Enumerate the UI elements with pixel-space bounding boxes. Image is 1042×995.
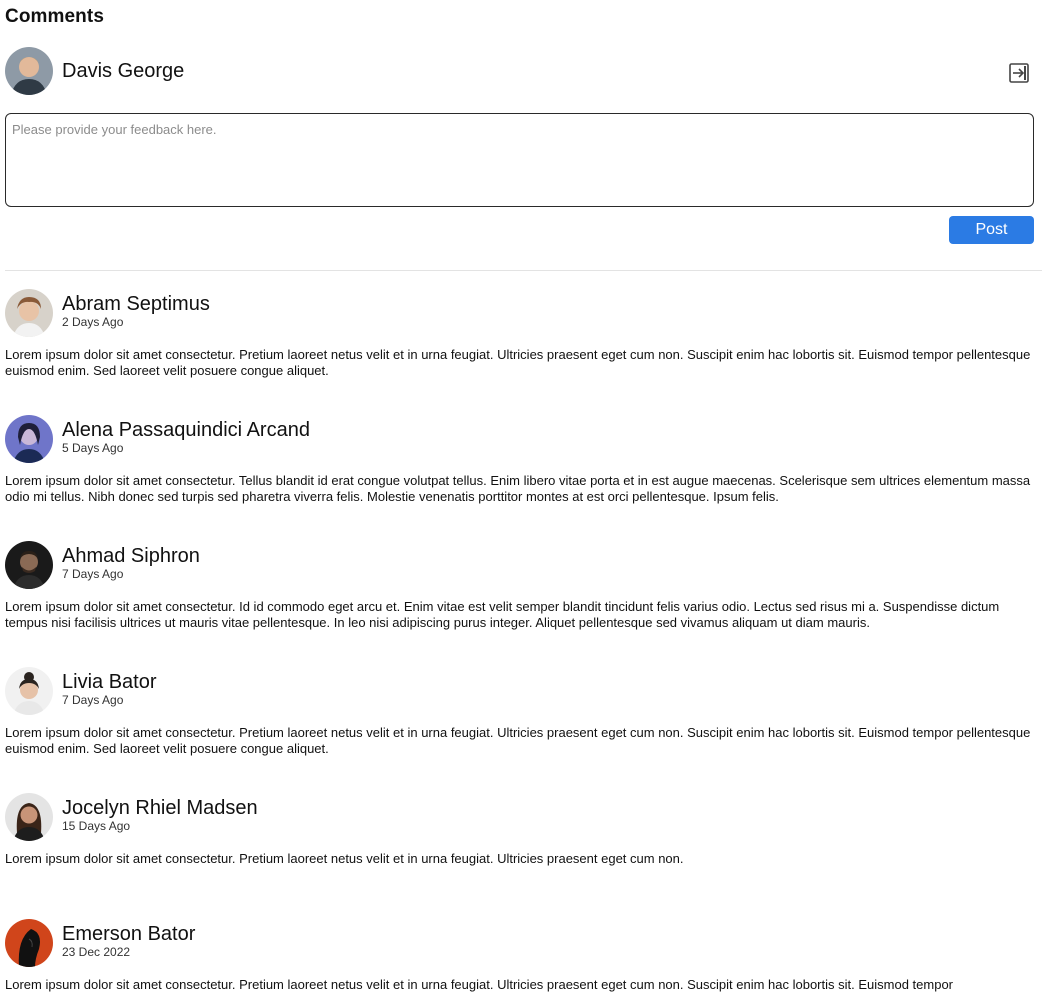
comment-item: Jocelyn Rhiel Madsen 15 Days Ago Lorem i… — [5, 793, 1042, 867]
divider — [5, 270, 1042, 271]
feedback-input[interactable] — [5, 113, 1034, 207]
comment-time: 7 Days Ago — [62, 566, 124, 581]
comment-text: Lorem ipsum dolor sit amet consectetur. … — [5, 347, 1031, 378]
comment-time: 23 Dec 2022 — [62, 944, 131, 959]
comment-time: 7 Days Ago — [62, 692, 124, 707]
comment-author: Emerson Bator — [62, 922, 196, 945]
comment-text: Lorem ipsum dolor sit amet consectetur. … — [5, 851, 684, 866]
comment-author: Ahmad Siphron — [62, 544, 200, 567]
comment-item: Livia Bator 7 Days Ago Lorem ipsum dolor… — [5, 667, 1042, 757]
comment-time: 15 Days Ago — [62, 818, 131, 833]
comment-author: Abram Septimus — [62, 292, 210, 315]
comment-text: Lorem ipsum dolor sit amet consectetur. … — [5, 725, 1031, 756]
current-user: Davis George — [5, 47, 184, 95]
avatar — [5, 415, 53, 463]
comment-time: 2 Days Ago — [62, 314, 124, 329]
comment-author: Alena Passaquindici Arcand — [62, 418, 310, 441]
comment-text: Lorem ipsum dolor sit amet consectetur. … — [5, 599, 1000, 630]
avatar — [5, 289, 53, 337]
comment-time: 5 Days Ago — [62, 440, 124, 455]
comment-text: Lorem ipsum dolor sit amet consectetur. … — [5, 977, 953, 992]
post-button[interactable]: Post — [949, 216, 1034, 244]
logout-icon[interactable] — [1008, 62, 1030, 84]
avatar — [5, 47, 53, 95]
avatar — [5, 793, 53, 841]
comment-item: Ahmad Siphron 7 Days Ago Lorem ipsum dol… — [5, 541, 1042, 631]
comment-item: Alena Passaquindici Arcand 5 Days Ago Lo… — [5, 415, 1042, 505]
page-title: Comments — [5, 6, 104, 27]
avatar — [5, 541, 53, 589]
comment-author: Jocelyn Rhiel Madsen — [62, 796, 258, 819]
current-user-name: Davis George — [62, 59, 185, 82]
avatar — [5, 667, 53, 715]
comment-item: Emerson Bator 23 Dec 2022 Lorem ipsum do… — [5, 919, 1042, 993]
comment-author: Livia Bator — [62, 670, 157, 693]
comment-text: Lorem ipsum dolor sit amet consectetur. … — [5, 473, 1031, 504]
avatar — [5, 919, 53, 967]
comment-item: Abram Septimus 2 Days Ago Lorem ipsum do… — [5, 289, 1042, 379]
